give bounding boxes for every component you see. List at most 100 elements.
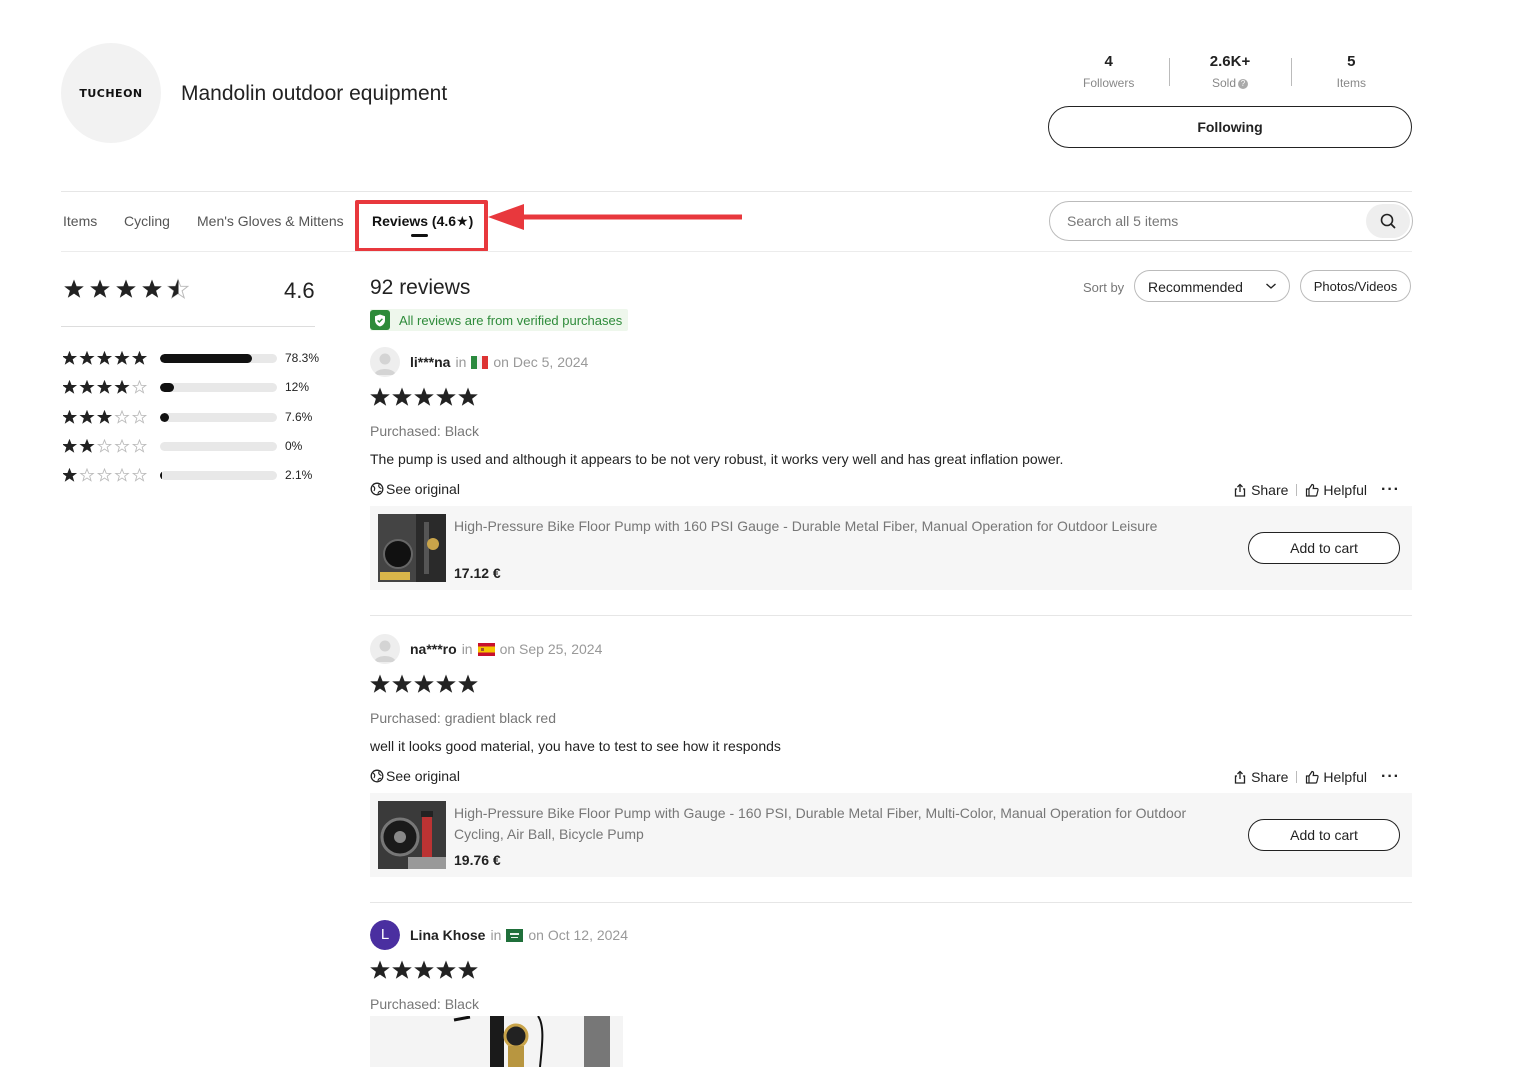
star-icon: [458, 674, 478, 693]
reviewer-line: Lina Khose in on Oct 12, 2024: [410, 927, 628, 943]
star-icon: [370, 960, 390, 979]
product-price: 19.76 €: [454, 852, 501, 868]
empty-star-icon: [96, 439, 113, 453]
saudi-arabia-flag-icon: [506, 928, 524, 942]
see-original-label: See original: [386, 481, 460, 497]
review-rating-stars: [370, 387, 478, 406]
see-original-link[interactable]: See original: [370, 481, 460, 497]
star-icon: [142, 279, 162, 298]
product-thumbnail[interactable]: [378, 514, 446, 582]
share-icon: [1234, 770, 1246, 784]
store-logo[interactable]: TUCHEON: [61, 43, 161, 143]
divider: [61, 326, 315, 327]
chevron-down-icon: [1266, 283, 1276, 289]
star-icon: [436, 674, 456, 693]
reviewer-name: li***na: [410, 354, 451, 370]
divider: [370, 615, 1412, 616]
star-icon: [114, 380, 130, 394]
verified-badge: All reviews are from verified purchases: [370, 309, 629, 331]
more-options-icon[interactable]: ···: [1381, 768, 1400, 786]
see-original-link[interactable]: See original: [370, 768, 460, 784]
review-date: on Dec 5, 2024: [493, 354, 589, 370]
half-star-icon: [167, 279, 189, 299]
tab-cycling[interactable]: Cycling: [124, 213, 170, 229]
purchased-variant: Purchased: gradient black red: [370, 710, 556, 726]
share-button[interactable]: Share: [1233, 482, 1288, 498]
star-icon: [414, 674, 434, 693]
stat-sold: 2.6K+ Sold?: [1169, 50, 1290, 94]
product-card[interactable]: High-Pressure Bike Floor Pump with 160 P…: [370, 506, 1412, 590]
helpful-label: Helpful: [1323, 482, 1368, 498]
review-text: The pump is used and although it appears…: [370, 451, 1064, 467]
star-icon: [96, 410, 113, 424]
share-button[interactable]: Share: [1233, 769, 1288, 785]
row-stars: [63, 468, 148, 482]
search-button[interactable]: [1366, 204, 1410, 238]
product-price: 17.12 €: [454, 565, 501, 581]
sort-dropdown[interactable]: Recommended: [1134, 270, 1290, 302]
stat-label: Sold?: [1169, 76, 1290, 90]
thumbs-up-icon: [1306, 483, 1320, 497]
summary-score: 4.6: [284, 278, 315, 303]
star-icon: [79, 410, 95, 424]
star-icon: [131, 351, 148, 365]
review-actions: Share Helpful ···: [1233, 768, 1400, 786]
stat-followers: 4 Followers: [1048, 50, 1169, 94]
rating-percent: 0%: [285, 439, 303, 453]
store-logo-text: TUCHEON: [79, 86, 143, 100]
see-original-label: See original: [386, 768, 460, 784]
divider: [370, 902, 1412, 903]
review-photo[interactable]: [370, 1016, 623, 1067]
helpful-button[interactable]: Helpful: [1305, 769, 1367, 785]
following-button[interactable]: Following: [1048, 106, 1412, 148]
in-label: in: [490, 927, 502, 943]
helpful-button[interactable]: Helpful: [1305, 482, 1367, 498]
verified-text: All reviews are from verified purchases: [399, 312, 623, 328]
sort-value: Recommended: [1148, 279, 1243, 295]
star-icon: [63, 410, 78, 424]
star-icon: [114, 351, 130, 365]
product-title[interactable]: High-Pressure Bike Floor Pump with Gauge…: [454, 803, 1214, 845]
globe-icon: [370, 482, 384, 496]
empty-star-icon: [131, 439, 148, 453]
rating-percent: 78.3%: [285, 351, 320, 365]
rating-percent: 2.1%: [285, 468, 313, 482]
empty-star-icon: [96, 468, 113, 482]
star-icon: [370, 387, 390, 406]
product-title[interactable]: High-Pressure Bike Floor Pump with 160 P…: [454, 516, 1214, 537]
tab-items[interactable]: Items: [63, 213, 97, 229]
search-input[interactable]: [1067, 213, 1357, 229]
store-stats: 4 Followers 2.6K+ Sold? 5 Items: [1048, 50, 1412, 94]
review-rating-stars: [370, 960, 478, 979]
star-icon: [414, 960, 434, 979]
globe-icon: [370, 769, 384, 783]
star-icon: [79, 380, 95, 394]
photos-videos-filter[interactable]: Photos/Videos: [1300, 270, 1411, 302]
star-icon: [79, 439, 95, 453]
add-to-cart-button[interactable]: Add to cart: [1248, 532, 1400, 564]
empty-star-icon: [79, 468, 95, 482]
avatar: [370, 347, 400, 377]
helpful-label: Helpful: [1323, 769, 1368, 785]
more-options-icon[interactable]: ···: [1381, 481, 1400, 499]
avatar: L: [370, 920, 400, 950]
rating-bar: [160, 354, 277, 363]
sort-label: Sort by: [1083, 280, 1125, 295]
star-icon: [392, 387, 412, 406]
row-stars: [63, 380, 148, 394]
star-icon: [436, 387, 456, 406]
empty-star-icon: [114, 410, 130, 424]
tab-mens-gloves[interactable]: Men's Gloves & Mittens: [197, 213, 344, 229]
star-icon: [63, 439, 78, 453]
info-icon[interactable]: ?: [1238, 78, 1248, 89]
divider: [61, 251, 1412, 252]
product-thumbnail[interactable]: [378, 801, 446, 869]
empty-star-icon: [131, 468, 148, 482]
avatar: [370, 634, 400, 664]
stat-label: Followers: [1082, 76, 1135, 90]
highlight-box: [355, 200, 488, 252]
stat-value: 5: [1347, 53, 1356, 70]
product-card[interactable]: High-Pressure Bike Floor Pump with Gauge…: [370, 793, 1412, 877]
avatar-letter: L: [370, 920, 400, 950]
add-to-cart-button[interactable]: Add to cart: [1248, 819, 1400, 851]
